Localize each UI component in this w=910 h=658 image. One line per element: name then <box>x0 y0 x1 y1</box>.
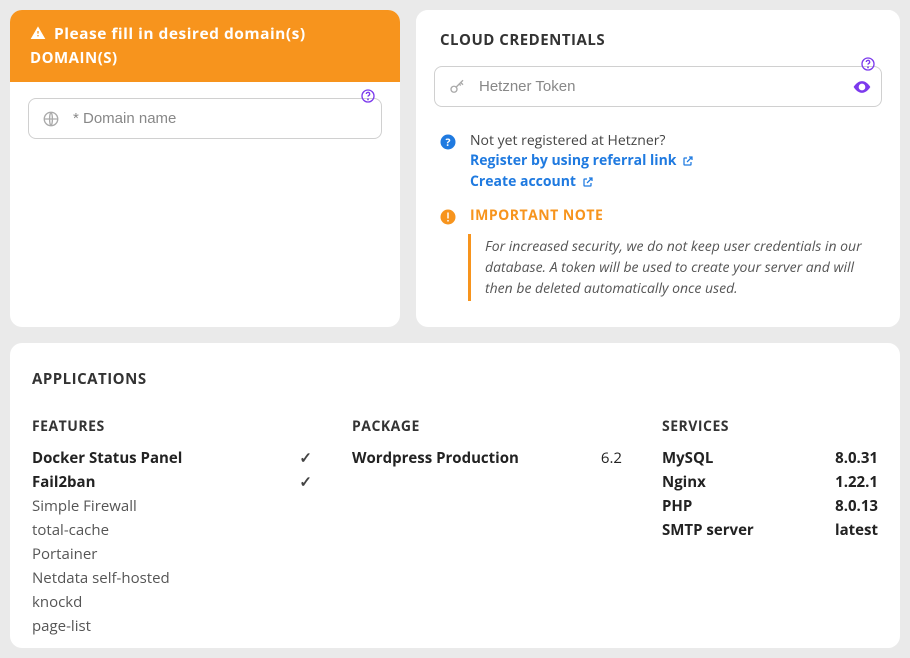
features-title: FEATURES <box>32 417 312 436</box>
service-version: 8.0.13 <box>835 496 878 516</box>
service-row: Nginx 1.22.1 <box>662 470 878 494</box>
service-row: MySQL 8.0.31 <box>662 446 878 470</box>
domain-input[interactable] <box>28 98 382 139</box>
package-version: 6.2 <box>601 448 622 468</box>
feature-row: Docker Status Panel ✓ <box>32 446 312 470</box>
not-registered-text: Not yet registered at Hetzner? <box>470 131 878 151</box>
service-name: MySQL <box>662 448 713 468</box>
important-text-col: IMPORTANT NOTE <box>470 206 878 226</box>
package-name: Wordpress Production <box>352 448 519 468</box>
feature-row: page-list <box>32 614 312 638</box>
cloud-title: CLOUD CREDENTIALS <box>416 10 900 64</box>
warning-icon <box>30 25 46 41</box>
features-list: Docker Status Panel ✓ Fail2ban ✓ Simple Fire… <box>32 446 312 638</box>
feature-row: Netdata self-hosted <box>32 566 312 590</box>
create-account-link[interactable]: Create account <box>470 172 594 192</box>
service-name: PHP <box>662 496 692 516</box>
feature-row: total-cache <box>32 518 312 542</box>
svg-text:?: ? <box>445 136 450 150</box>
key-icon <box>448 78 466 96</box>
register-link-label: Register by using referral link <box>470 151 676 171</box>
important-note: For increased security, we do not keep u… <box>468 234 878 301</box>
service-version: 8.0.31 <box>835 448 878 468</box>
applications-card: APPLICATIONS FEATURES Docker Status Pane… <box>10 343 900 648</box>
domains-warning-text: Please fill in desired domain(s) <box>54 22 306 44</box>
external-link-icon <box>682 155 694 167</box>
cloud-card: CLOUD CREDENTIALS ? <box>416 10 900 327</box>
services-list: MySQL8.0.31Nginx1.22.1PHP8.0.13SMTP serv… <box>662 446 878 542</box>
eye-icon[interactable] <box>852 77 872 97</box>
service-version: latest <box>835 520 878 540</box>
applications-columns: FEATURES Docker Status Panel ✓ Fail2ban ✓ Si… <box>32 417 878 638</box>
check-icon: ✓ <box>299 448 312 468</box>
globe-icon <box>42 110 60 128</box>
token-input-wrap <box>434 66 882 107</box>
register-text-col: Not yet registered at Hetzner? Register … <box>470 131 878 192</box>
register-info: ? Not yet registered at Hetzner? Registe… <box>438 131 878 192</box>
services-column: SERVICES MySQL 8.0.31 Nginx 1.22.1 PHP 8.0.13… <box>662 417 878 638</box>
feature-label: page-list <box>32 616 91 636</box>
service-version: 1.22.1 <box>835 472 878 492</box>
top-row: Please fill in desired domain(s) DOMAIN(… <box>10 10 900 327</box>
domains-warning: Please fill in desired domain(s) <box>30 22 380 44</box>
domains-card: Please fill in desired domain(s) DOMAIN(… <box>10 10 400 327</box>
feature-row: Portainer <box>32 542 312 566</box>
question-icon: ? <box>438 131 458 151</box>
domains-header: Please fill in desired domain(s) DOMAIN(… <box>10 10 400 82</box>
service-name: SMTP server <box>662 520 754 540</box>
info-block: ? Not yet registered at Hetzner? Registe… <box>434 111 882 303</box>
cloud-body: ? Not yet registered at Hetzner? Registe… <box>416 66 900 327</box>
token-input[interactable] <box>434 66 882 107</box>
features-column: FEATURES Docker Status Panel ✓ Fail2ban ✓ Si… <box>32 417 312 638</box>
feature-label: Netdata self-hosted <box>32 568 170 588</box>
feature-label: Simple Firewall <box>32 496 137 516</box>
domain-input-wrap <box>28 98 382 139</box>
package-column: PACKAGE Wordpress Production 6.2 <box>352 417 622 638</box>
feature-row: knockd <box>32 590 312 614</box>
service-row: SMTP server latest <box>662 518 878 542</box>
service-row: PHP 8.0.13 <box>662 494 878 518</box>
feature-label: knockd <box>32 592 82 612</box>
applications-title: APPLICATIONS <box>32 369 878 389</box>
create-account-label: Create account <box>470 172 576 192</box>
domains-title: DOMAIN(S) <box>30 48 380 68</box>
help-icon[interactable] <box>860 56 876 72</box>
important-title: IMPORTANT NOTE <box>470 206 603 225</box>
feature-label: total-cache <box>32 520 109 540</box>
exclamation-icon <box>438 206 458 226</box>
package-title: PACKAGE <box>352 417 622 436</box>
important-info: IMPORTANT NOTE <box>438 206 878 226</box>
feature-label: Docker Status Panel <box>32 448 182 468</box>
help-icon[interactable] <box>360 88 376 104</box>
package-row: Wordpress Production 6.2 <box>352 446 622 470</box>
feature-row: Fail2ban ✓ <box>32 470 312 494</box>
feature-row: Simple Firewall <box>32 494 312 518</box>
external-link-icon <box>582 176 594 188</box>
register-link[interactable]: Register by using referral link <box>470 151 694 171</box>
domains-body <box>10 82 400 167</box>
services-title: SERVICES <box>662 417 878 436</box>
check-icon: ✓ <box>299 472 312 492</box>
feature-label: Fail2ban <box>32 472 95 492</box>
feature-label: Portainer <box>32 544 97 564</box>
service-name: Nginx <box>662 472 706 492</box>
